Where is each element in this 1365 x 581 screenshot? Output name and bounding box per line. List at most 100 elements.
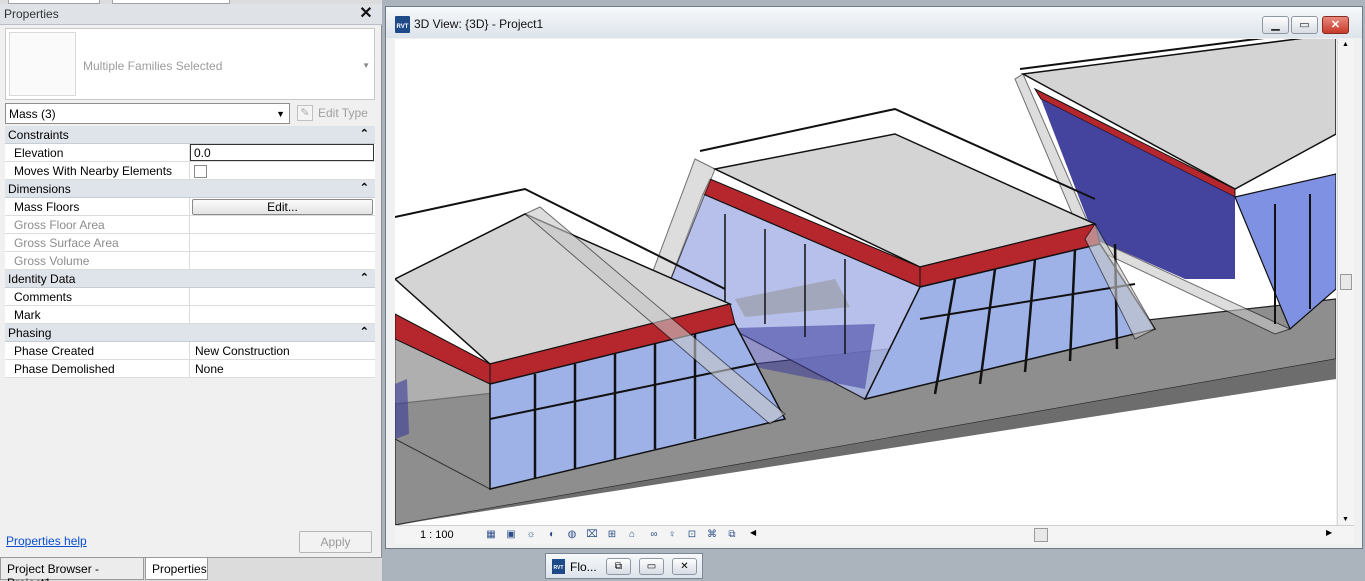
minimized-window-title: Flo... — [570, 560, 597, 574]
tab-properties[interactable]: Properties — [145, 558, 208, 580]
mass-floors-edit-button[interactable]: Edit... — [192, 199, 373, 215]
scroll-down-icon[interactable]: ▼ — [1342, 516, 1349, 523]
property-value-cell — [189, 162, 375, 180]
unlock-3d-view-icon[interactable]: ⌂ — [625, 529, 639, 541]
group-dimensions[interactable]: Dimensions ⌃ — [5, 180, 375, 198]
close-button[interactable]: ✕ — [1322, 16, 1349, 34]
collapse-icon[interactable]: ⌃ — [360, 325, 369, 338]
view-title-bar[interactable]: RVT 3D View: {3D} - Project1 ▁ ▭ ✕ — [386, 7, 1362, 38]
phase-demolished-value: None — [195, 362, 224, 376]
chevron-down-icon[interactable]: ▼ — [276, 109, 285, 119]
edit-type-icon: ✎ — [297, 105, 313, 121]
property-row-phase-created: Phase Created New Construction — [5, 342, 375, 360]
group-phasing[interactable]: Phasing ⌃ — [5, 324, 375, 342]
property-row-moves-with-nearby: Moves With Nearby Elements — [5, 162, 375, 180]
collapse-icon[interactable]: ⌃ — [360, 127, 369, 140]
tab-project-browser[interactable]: Project Browser - Project1 — [0, 558, 144, 581]
group-identity-data[interactable]: Identity Data ⌃ — [5, 270, 375, 288]
property-label: Moves With Nearby Elements — [14, 164, 173, 178]
model-canvas[interactable] — [395, 39, 1336, 525]
elevation-value: 0.0 — [194, 146, 211, 160]
show-crop-icon[interactable]: ⊞ — [605, 529, 619, 541]
property-value-cell — [189, 252, 375, 270]
vertical-scrollbar[interactable]: ▲ ▼ — [1337, 39, 1354, 525]
horizontal-scrollbar-thumb[interactable] — [1034, 528, 1048, 542]
maximize-button[interactable]: ▭ — [1291, 16, 1318, 34]
group-constraints[interactable]: Constraints ⌃ — [5, 126, 375, 144]
palette-tabs: Project Browser - Project1 Properties — [0, 557, 382, 581]
collapse-icon[interactable]: ⌃ — [360, 181, 369, 194]
restore-button[interactable]: ⧉ — [606, 558, 631, 575]
scroll-left-icon[interactable]: ◀ — [750, 528, 756, 537]
property-row-mass-floors: Mass Floors Edit... — [5, 198, 375, 216]
group-title: Phasing — [8, 326, 52, 340]
view-control-bar: 1 : 100 ▦ ▣ ☼ ◐ ◍ ⌧ ⊞ ⌂ ∞ ♀ ⊡ ⌘ ⧉ ◀ ▶ — [395, 525, 1354, 544]
property-row-gross-volume: Gross Volume — [5, 252, 375, 270]
type-selector[interactable]: Multiple Families Selected ▼ — [5, 28, 375, 100]
property-label: Gross Volume — [14, 254, 90, 268]
type-selector-name: Multiple Families Selected — [83, 59, 223, 73]
moves-with-nearby-checkbox[interactable] — [194, 165, 207, 178]
collapse-icon[interactable]: ⌃ — [360, 271, 369, 284]
property-row-phase-demolished: Phase Demolished None — [5, 360, 375, 378]
property-row-gross-floor-area: Gross Floor Area — [5, 216, 375, 234]
minimize-button[interactable]: ▁ — [1262, 16, 1289, 34]
temporary-hide-icon[interactable]: ∞ — [647, 529, 661, 541]
maximize-button[interactable]: ▭ — [639, 558, 664, 575]
detail-level-icon[interactable]: ▦ — [484, 529, 498, 541]
view-scale[interactable]: 1 : 100 — [420, 529, 454, 541]
phase-demolished-value-cell[interactable]: None — [189, 360, 375, 378]
property-label: Mark — [14, 308, 41, 322]
property-value-cell — [189, 234, 375, 252]
property-row-mark: Mark — [5, 306, 375, 324]
apply-button[interactable]: Apply — [299, 531, 372, 553]
selection-filter-value: Mass (3) — [9, 107, 56, 121]
selection-filter-dropdown[interactable]: Mass (3) ▼ — [5, 103, 290, 124]
comments-value-cell[interactable] — [189, 288, 375, 306]
close-icon[interactable]: ✕ — [358, 5, 374, 23]
sun-path-icon[interactable]: ☼ — [524, 529, 538, 541]
property-label: Mass Floors — [14, 200, 80, 214]
properties-title: Properties — [4, 7, 59, 21]
group-title: Identity Data — [8, 272, 76, 286]
properties-title-bar[interactable]: Properties ✕ — [0, 4, 382, 25]
phase-created-value-cell[interactable]: New Construction — [189, 342, 375, 360]
scroll-up-icon[interactable]: ▲ — [1342, 41, 1349, 48]
mark-value-cell[interactable] — [189, 306, 375, 324]
property-label: Gross Floor Area — [14, 218, 105, 232]
edit-type-button[interactable]: ✎ Edit Type — [296, 103, 376, 124]
render-icon[interactable]: ◍ — [565, 529, 579, 541]
property-value-cell: Edit... — [189, 198, 375, 216]
property-label: Gross Surface Area — [14, 236, 119, 250]
visual-style-icon[interactable]: ▣ — [504, 529, 518, 541]
model-drawing — [395, 39, 1336, 525]
properties-help-link[interactable]: Properties help — [6, 534, 87, 548]
revit-view-icon: RVT — [395, 16, 410, 33]
property-value-cell: 0.0 — [189, 144, 375, 162]
crop-view-icon[interactable]: ⌧ — [585, 529, 599, 541]
chevron-down-icon[interactable]: ▼ — [362, 61, 370, 70]
minimized-floor-plan-window[interactable]: RVT Flo... ⧉ ▭ ✕ — [545, 553, 703, 579]
worksharing-icon[interactable]: ⌘ — [705, 529, 719, 541]
property-grid: Constraints ⌃ Elevation 0.0 Moves With N… — [5, 126, 375, 378]
properties-palette: Properties ✕ Multiple Families Selected … — [0, 0, 382, 581]
property-row-comments: Comments — [5, 288, 375, 306]
temporary-view-properties-icon[interactable]: ⊡ — [685, 529, 699, 541]
elevation-input[interactable]: 0.0 — [190, 144, 374, 161]
hide-analytical-icon[interactable]: ⧉ — [725, 529, 739, 541]
property-label: Comments — [14, 290, 73, 304]
property-label: Elevation — [14, 146, 64, 160]
revit-view-icon: RVT — [552, 559, 565, 574]
reveal-hidden-icon[interactable]: ♀ — [665, 529, 679, 541]
property-label: Phase Demolished — [14, 362, 115, 376]
property-row-gross-surface-area: Gross Surface Area — [5, 234, 375, 252]
view-title: 3D View: {3D} - Project1 — [414, 17, 544, 31]
close-button[interactable]: ✕ — [672, 558, 697, 575]
property-label: Phase Created — [14, 344, 95, 358]
group-title: Constraints — [8, 128, 69, 142]
shadows-icon[interactable]: ◐ — [545, 529, 559, 541]
property-row-elevation: Elevation 0.0 — [5, 144, 375, 162]
view-window-3d: RVT 3D View: {3D} - Project1 ▁ ▭ ✕ ▲ ▼ 1… — [385, 6, 1363, 549]
scrollbar-thumb[interactable] — [1340, 274, 1352, 290]
scroll-right-icon[interactable]: ▶ — [1326, 528, 1332, 537]
